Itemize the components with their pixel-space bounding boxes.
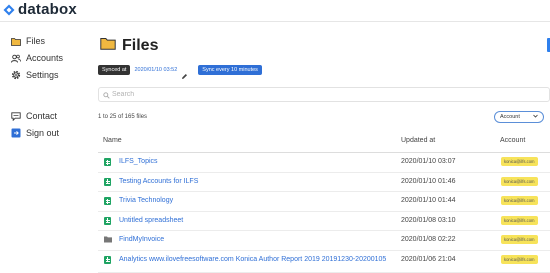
users-icon <box>11 53 21 63</box>
table-row[interactable]: ILFS_Topics 2020/01/10 03:07 konica@ilfs… <box>98 153 550 173</box>
chat-icon <box>11 111 21 121</box>
account-filter-label: Account <box>500 114 520 120</box>
table-row[interactable]: Trivia Technology 2020/01/10 01:44 konic… <box>98 192 550 212</box>
file-name-link[interactable]: FindMyInvoice <box>119 236 409 244</box>
account-badge: konica@ilfs.com <box>501 254 538 264</box>
files-table: Name Updated at Account ILFS_Topics 2020… <box>98 131 550 273</box>
sidebar-item-label: Accounts <box>26 53 64 63</box>
spreadsheet-icon <box>104 177 111 186</box>
sync-status: Synced at 2020/01/10 03:52 Sync every 10… <box>98 65 262 79</box>
top-bar: databox <box>0 0 550 22</box>
sidebar-item-label: Settings <box>26 70 59 80</box>
search-icon <box>103 86 110 104</box>
column-header-account[interactable]: Account <box>500 137 525 144</box>
sidebar-item-files[interactable]: Files <box>11 36 45 46</box>
file-updated: 2020/01/10 01:46 <box>401 177 456 185</box>
sidebar-item-contact[interactable]: Contact <box>11 111 57 121</box>
sidebar-item-sign-out[interactable]: Sign out <box>11 128 59 138</box>
sidebar-item-label: Files <box>26 36 46 46</box>
file-updated: 2020/01/08 03:10 <box>401 216 456 224</box>
table-row[interactable]: Untitled spreadsheet 2020/01/08 03:10 ko… <box>98 212 550 231</box>
search-box[interactable] <box>98 87 550 102</box>
databox-logo-icon <box>3 4 15 16</box>
file-name-link[interactable]: Testing Accounts for ILFS <box>119 178 409 186</box>
file-updated: 2020/01/10 01:44 <box>401 197 456 204</box>
brand-name: databox <box>18 1 77 18</box>
column-header-updated[interactable]: Updated at <box>401 137 435 144</box>
main-content: Files Synced at 2020/01/10 03:52 Sync ev… <box>88 23 550 273</box>
account-badge: konica@ilfs.com <box>501 176 538 186</box>
gear-icon <box>11 70 21 80</box>
file-updated: 2020/01/06 21:04 <box>401 255 456 263</box>
account-badge: konica@ilfs.com <box>501 215 538 225</box>
file-name-link[interactable]: Untitled spreadsheet <box>119 217 409 225</box>
sidebar-item-label: Sign out <box>26 128 60 138</box>
sidebar-item-label: Contact <box>26 111 58 121</box>
account-badge: konica@ilfs.com <box>501 235 538 244</box>
spreadsheet-icon <box>104 158 111 166</box>
column-header-name[interactable]: Name <box>103 137 122 144</box>
synced-time: 2020/01/10 03:52 <box>134 67 178 73</box>
file-name-link[interactable]: Trivia Technology <box>119 197 409 205</box>
sidebar-item-accounts[interactable]: Accounts <box>11 53 63 63</box>
search-input[interactable] <box>112 91 312 98</box>
spreadsheet-icon <box>104 255 111 264</box>
sidebar: Files Accounts Settings Contact Sign out <box>0 23 88 273</box>
page-title: Files <box>122 37 159 54</box>
brand[interactable]: databox <box>3 1 77 19</box>
table-row[interactable]: Testing Accounts for ILFS 2020/01/10 01:… <box>98 173 550 192</box>
spreadsheet-icon <box>104 197 111 205</box>
page-header: Files <box>100 37 158 55</box>
account-badge: konica@ilfs.com <box>501 157 538 166</box>
table-header: Name Updated at Account <box>98 131 550 153</box>
account-badge: konica@ilfs.com <box>501 196 538 205</box>
sync-interval-button[interactable]: Sync every 10 minutes <box>198 65 262 75</box>
file-name-link[interactable]: ILFS_Topics <box>119 158 409 166</box>
synced-label: Synced at <box>98 65 131 75</box>
table-row[interactable]: FindMyInvoice 2020/01/08 02:22 konica@il… <box>98 231 550 251</box>
file-name-link[interactable]: Analytics www.ilovefreesoftware.com Koni… <box>119 256 409 264</box>
file-updated: 2020/01/08 02:22 <box>401 236 456 243</box>
pencil-icon[interactable] <box>181 67 188 79</box>
chevron-down-icon <box>533 114 538 120</box>
account-filter-select[interactable]: Account <box>494 111 544 123</box>
table-row[interactable]: Analytics www.ilovefreesoftware.com Koni… <box>98 251 550 273</box>
sign-out-icon <box>11 128 21 138</box>
file-count: 1 to 25 of 165 files <box>98 114 148 120</box>
spreadsheet-icon <box>104 216 111 225</box>
folder-icon <box>104 236 112 244</box>
file-updated: 2020/01/10 03:07 <box>401 158 456 165</box>
folder-icon <box>11 36 21 46</box>
sidebar-item-settings[interactable]: Settings <box>11 70 59 80</box>
folder-icon <box>100 37 116 55</box>
